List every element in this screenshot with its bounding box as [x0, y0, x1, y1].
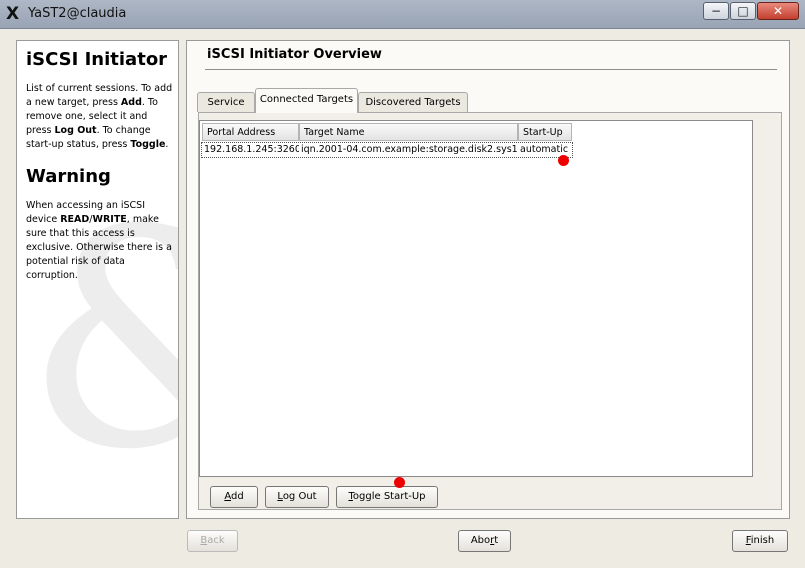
- cell-portal-address: 192.168.1.245:3260,1: [204, 144, 299, 155]
- add-label-key: A: [224, 491, 231, 502]
- back-label-post: ack: [207, 535, 225, 546]
- table-header: Portal Address Target Name Start-Up: [202, 123, 572, 141]
- abort-button[interactable]: Abort: [458, 530, 511, 552]
- emphasis-text: Add: [120, 97, 142, 108]
- toggle-label-post: oggle Start-Up: [352, 491, 426, 502]
- minimize-icon: −: [710, 4, 722, 18]
- column-start-up[interactable]: Start-Up: [518, 123, 572, 141]
- x-app-icon: X: [6, 4, 20, 24]
- close-button[interactable]: ✕: [757, 2, 799, 20]
- abort-label-post: t: [494, 535, 499, 546]
- title-bar[interactable]: X YaST2@claudia − □ ✕: [0, 0, 805, 29]
- warning-heading: Warning: [26, 166, 111, 187]
- toggle-start-up-button[interactable]: Toggle Start-Up: [336, 486, 438, 508]
- log-out-button[interactable]: Log Out: [265, 486, 329, 508]
- yast-window: X YaST2@claudia − □ ✕ & iSCSI Initiator …: [0, 0, 805, 568]
- finish-button[interactable]: Finish: [732, 530, 788, 552]
- annotation-marker-start-up: [558, 155, 569, 166]
- abort-label-pre: Abo: [470, 535, 491, 546]
- column-portal-address[interactable]: Portal Address: [202, 123, 299, 141]
- minimize-button[interactable]: −: [703, 2, 729, 20]
- warning-text: When accessing an iSCSI device READ/WRIT…: [26, 200, 172, 281]
- emphasis-text: Log Out: [54, 125, 97, 136]
- log-out-label-post: og Out: [282, 491, 317, 502]
- help-content: iSCSI Initiator List of current sessions…: [26, 49, 174, 283]
- column-target-name[interactable]: Target Name: [299, 123, 518, 141]
- emphasis-text: WRITE: [92, 214, 127, 225]
- emphasis-text: READ: [60, 214, 90, 225]
- table-row[interactable]: 192.168.1.245:3260,1 iqn.2001-04.com.exa…: [201, 142, 573, 158]
- tab-discovered-targets[interactable]: Discovered Targets: [358, 92, 468, 112]
- page-title: iSCSI Initiator Overview: [207, 47, 382, 62]
- tab-connected-targets[interactable]: Connected Targets: [255, 88, 358, 113]
- window-title: YaST2@claudia: [28, 6, 127, 21]
- window-controls: − □ ✕: [702, 2, 799, 20]
- cell-target-name: iqn.2001-04.com.example:storage.disk2.sy…: [301, 144, 518, 155]
- back-button[interactable]: Back: [187, 530, 238, 552]
- main-panel: iSCSI Initiator Overview Service Connect…: [186, 40, 790, 519]
- add-label-post: dd: [230, 491, 244, 502]
- emphasis-text: Toggle: [130, 139, 166, 150]
- sessions-table[interactable]: Portal Address Target Name Start-Up 192.…: [199, 120, 753, 477]
- maximize-button[interactable]: □: [730, 2, 756, 20]
- finish-label-post: inish: [750, 535, 775, 546]
- tab-service[interactable]: Service: [197, 92, 255, 112]
- annotation-marker-toggle: [394, 477, 405, 488]
- help-description: List of current sessions. To add a new t…: [26, 83, 173, 150]
- title-divider: [205, 69, 777, 70]
- help-panel: & iSCSI Initiator List of current sessio…: [16, 40, 179, 519]
- close-icon: ✕: [772, 4, 784, 18]
- help-heading: iSCSI Initiator: [26, 49, 168, 70]
- maximize-icon: □: [737, 4, 749, 18]
- add-button[interactable]: Add: [210, 486, 258, 508]
